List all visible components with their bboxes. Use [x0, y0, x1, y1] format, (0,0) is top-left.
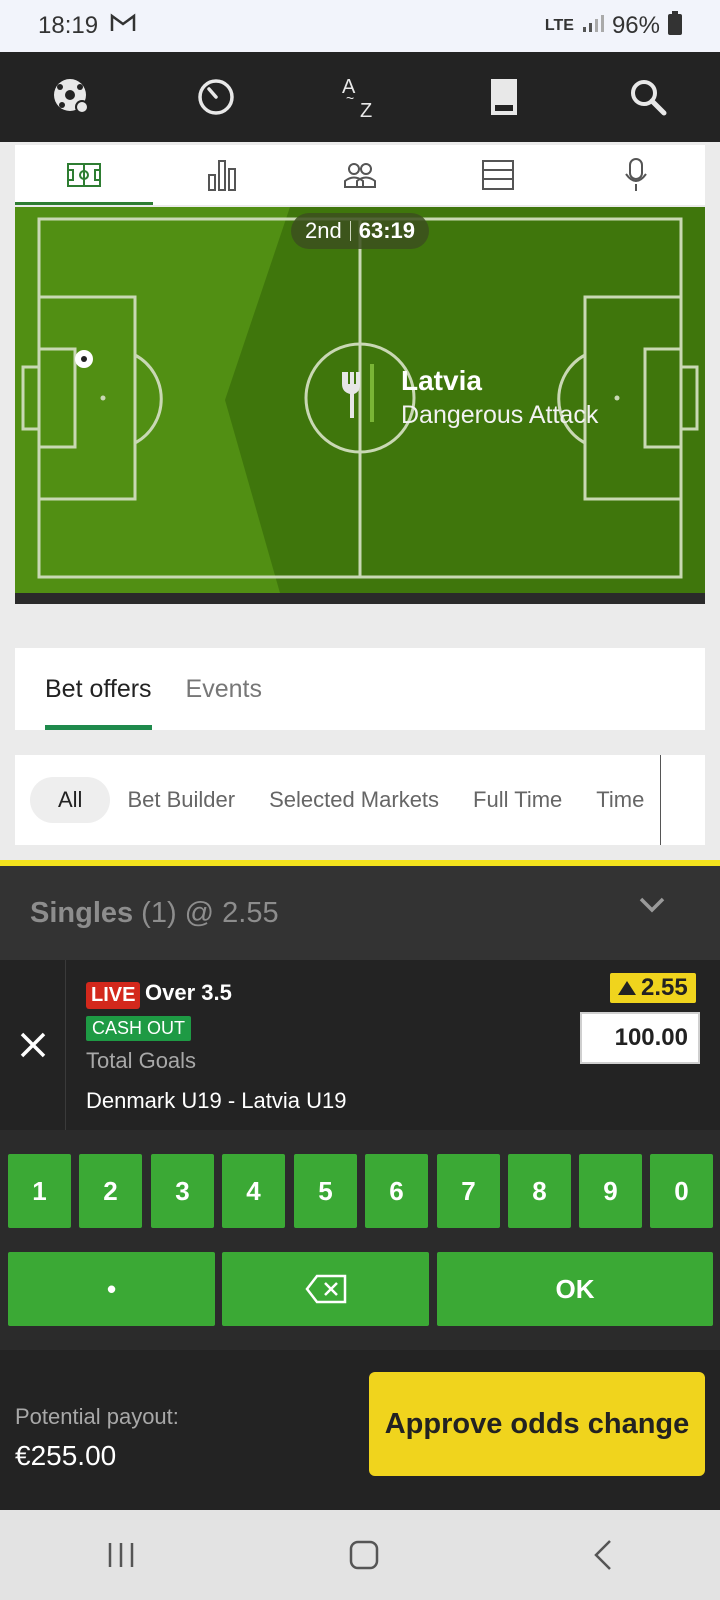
tab-pitch[interactable] [15, 145, 153, 205]
recent-apps-icon[interactable] [106, 1540, 136, 1570]
a-to-z-icon: A~Z [342, 76, 372, 119]
battery-percent: 96% [611, 12, 660, 39]
status-bar: 18:19 LTE 96% [0, 0, 720, 52]
battery-icon [668, 10, 682, 42]
tab-events[interactable]: Events [186, 648, 262, 730]
key-9[interactable]: 9 [579, 1154, 642, 1228]
odds-up-icon [618, 981, 636, 995]
network-label: LTE [544, 17, 574, 34]
key-5[interactable]: 5 [294, 1154, 357, 1228]
key-2[interactable]: 2 [79, 1154, 142, 1228]
key-4[interactable]: 4 [222, 1154, 285, 1228]
close-icon [20, 1032, 45, 1058]
team-jersey-icon [342, 364, 374, 422]
filter-all[interactable]: All [30, 777, 111, 823]
stake-input[interactable] [580, 1012, 700, 1064]
key-3[interactable]: 3 [151, 1154, 214, 1228]
odds-badge: 2.55 [610, 973, 696, 1003]
market-filter-bar: All Bet Builder Selected Markets Full Ti… [15, 755, 705, 845]
bet-market: Total Goals [86, 1048, 197, 1073]
filter-full-time[interactable]: Full Time [456, 777, 579, 823]
filter-time[interactable]: Time [579, 777, 661, 823]
event-action: Dangerous Attack [401, 401, 599, 429]
payout-label: Potential payout: [15, 1404, 179, 1429]
a-to-z-button[interactable]: A ~ Z [330, 67, 390, 127]
key-8[interactable]: 8 [508, 1154, 571, 1228]
offer-tabs: Bet offers Events [15, 648, 705, 730]
gmail-icon [110, 12, 136, 40]
sports-button[interactable] [42, 67, 102, 127]
bet-selection-name: Over 3.5 [145, 980, 232, 1005]
match-view-tabs [15, 145, 705, 205]
key-decimal[interactable]: • [8, 1252, 215, 1326]
chevron-down-icon[interactable] [638, 896, 666, 914]
betslip-button[interactable] [474, 67, 534, 127]
betslip-footer: Potential payout: €255.00 Approve odds c… [0, 1350, 720, 1510]
match-clock: 2nd 63:19 [291, 213, 429, 249]
filter-divider [660, 755, 661, 845]
filter-selected-markets[interactable]: Selected Markets [252, 777, 456, 823]
svg-text:~: ~ [346, 90, 354, 106]
key-6[interactable]: 6 [365, 1154, 428, 1228]
bet-selection: LIVE Over 3.5 CASH OUT Total Goals Denma… [0, 960, 720, 1130]
key-1[interactable]: 1 [8, 1154, 71, 1228]
tab-stats[interactable] [153, 145, 291, 205]
status-time: 18:19 [38, 12, 99, 39]
betslip-header[interactable]: Singles (1) @ 2.55 [0, 866, 720, 960]
pitch-icon [67, 163, 101, 187]
betslip-type: Singles [30, 896, 134, 929]
remove-bet-button[interactable] [0, 960, 66, 1130]
live-button[interactable] [186, 67, 246, 127]
search-button[interactable] [618, 67, 678, 127]
match-period: 2nd [305, 218, 342, 243]
list-icon [482, 160, 514, 190]
signal-icon [582, 12, 604, 40]
payout-value: €255.00 [15, 1440, 117, 1471]
svg-text:Z: Z [360, 100, 372, 119]
search-icon [631, 80, 667, 116]
stats-icon [208, 160, 236, 191]
tab-lineups[interactable] [291, 145, 429, 205]
clock-divider [349, 221, 351, 241]
pitch-event: Latvia Dangerous Attack [401, 365, 598, 430]
commentary-mic-icon [625, 158, 647, 191]
key-7[interactable]: 7 [437, 1154, 500, 1228]
betslip-icon [491, 79, 517, 115]
lineups-icon [344, 163, 376, 188]
betslip-summary: (1) @ 2.55 [141, 896, 279, 929]
live-badge: LIVE [86, 982, 141, 1009]
tab-list[interactable] [429, 145, 567, 205]
key-ok[interactable]: OK [437, 1252, 713, 1326]
home-icon[interactable] [348, 1539, 380, 1571]
match-time: 63:19 [358, 218, 415, 243]
backspace-icon [304, 1274, 346, 1304]
stake-keypad: 1 2 3 4 5 6 7 8 9 0 • OK [0, 1130, 720, 1350]
top-nav: A ~ Z [0, 52, 720, 142]
bet-match: Denmark U19 - Latvia U19 [86, 1088, 347, 1113]
soccer-ball-icon [54, 79, 89, 114]
key-0[interactable]: 0 [650, 1154, 713, 1228]
system-nav-bar [0, 1510, 720, 1600]
event-team: Latvia [401, 365, 482, 396]
filter-bet-builder[interactable]: Bet Builder [110, 777, 252, 823]
odds-value: 2.55 [641, 974, 688, 1001]
key-backspace[interactable] [222, 1252, 429, 1326]
match-tracker-pitch: 2nd 63:19 Latvia Dangerous Attack [15, 207, 705, 604]
tab-commentary[interactable] [567, 145, 705, 205]
approve-odds-change-button[interactable]: Approve odds change [369, 1372, 705, 1476]
back-icon[interactable] [592, 1539, 614, 1571]
clock-icon [198, 79, 234, 115]
tab-bet-offers[interactable]: Bet offers [45, 648, 152, 730]
cashout-badge: CASH OUT [86, 1016, 192, 1041]
